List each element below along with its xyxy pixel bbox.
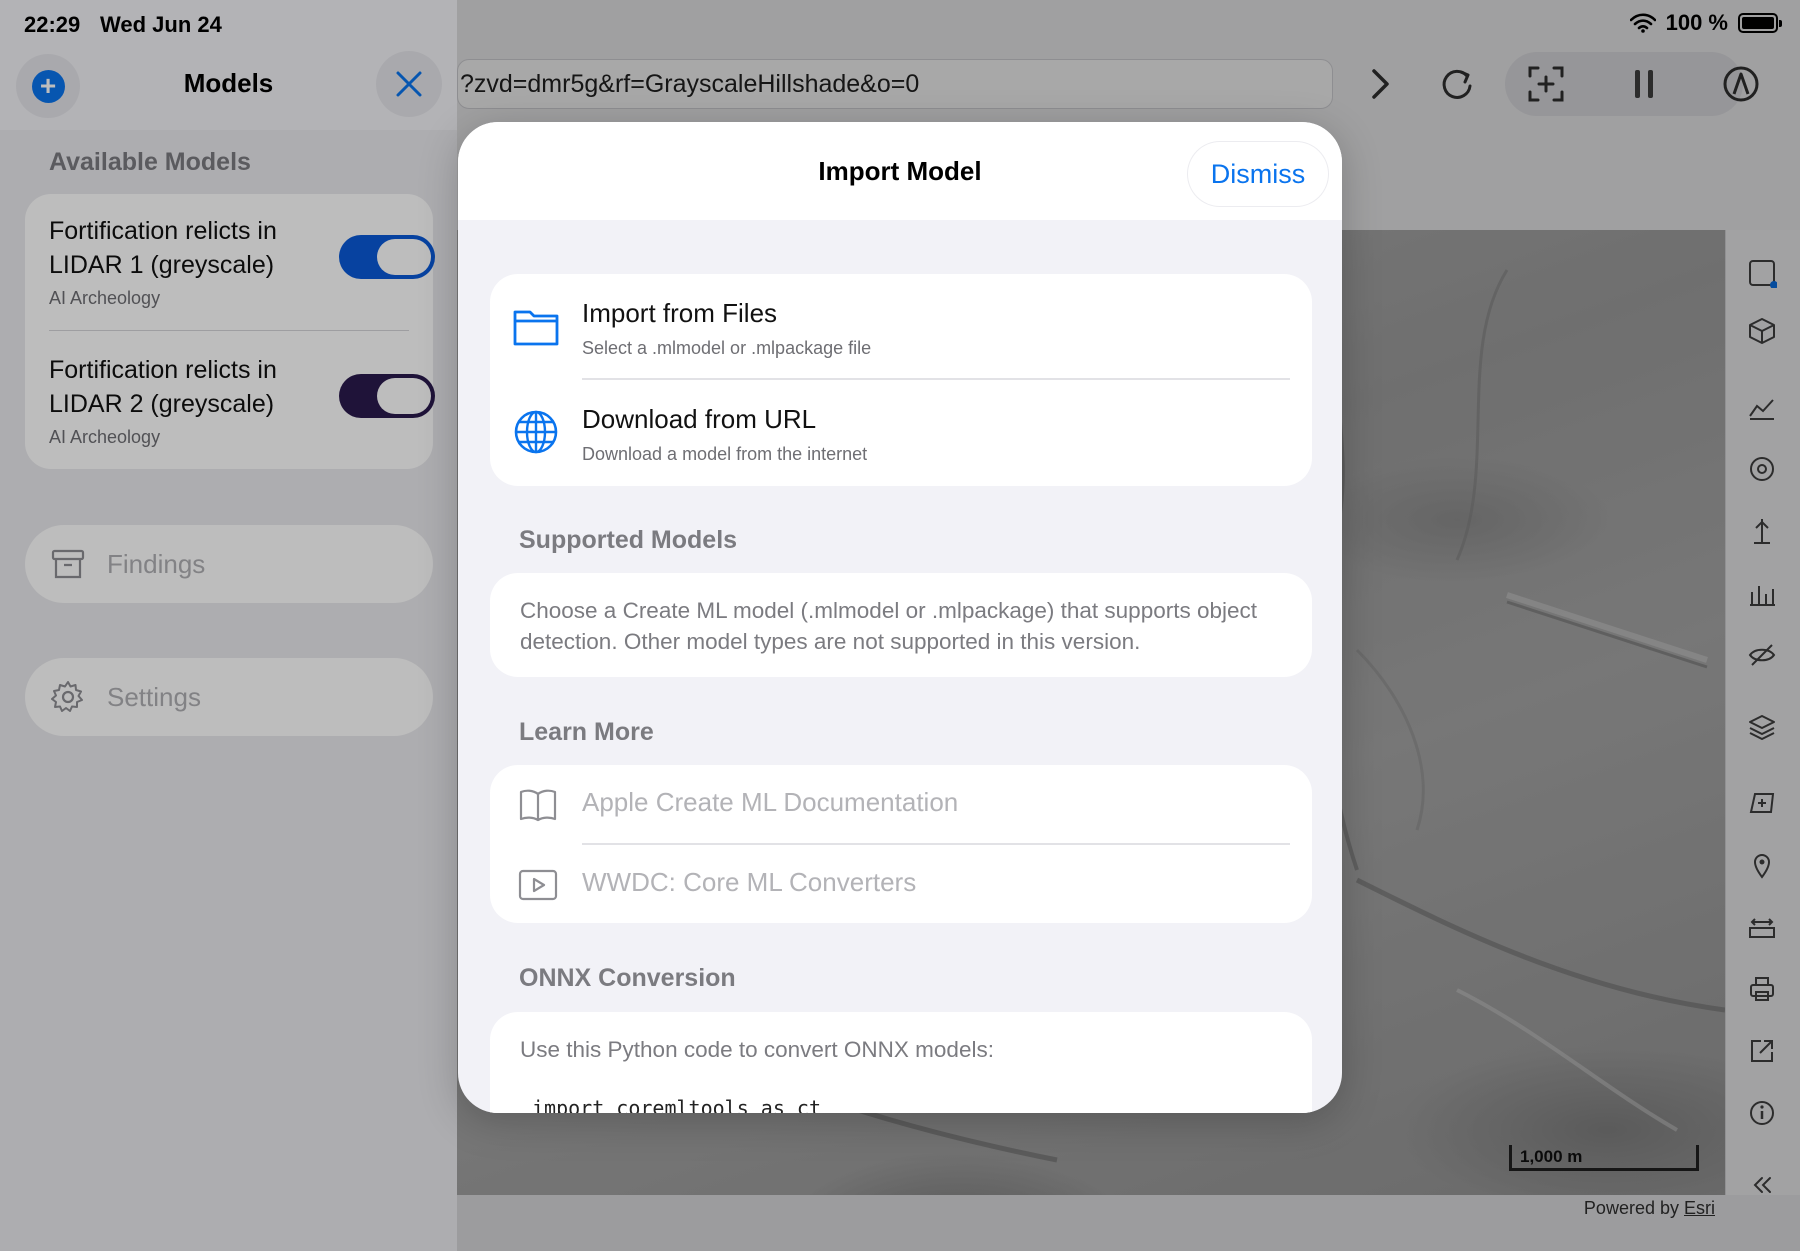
model-source: AI Archeology <box>49 288 161 308</box>
action-subtitle: Download a model from the internet <box>582 444 868 464</box>
onnx-code-snippet[interactable]: import coremltools as ct <box>532 1096 821 1113</box>
sheet-header: Import Model Dismiss <box>458 122 1342 220</box>
settings-label: Settings <box>107 681 201 712</box>
model-name: Fortification relicts in LIDAR 1 (greysc… <box>49 217 277 279</box>
settings-button[interactable]: Settings <box>25 658 433 736</box>
model-source: AI Archeology <box>49 427 161 447</box>
findings-label: Findings <box>107 548 206 579</box>
onnx-conversion-text: Use this Python code to convert ONNX mod… <box>520 1037 994 1062</box>
play-icon <box>518 869 558 901</box>
onnx-conversion-label: ONNX Conversion <box>519 964 736 992</box>
globe-icon <box>514 410 558 454</box>
models-list: Fortification relicts in LIDAR 1 (greysc… <box>25 194 435 469</box>
import-model-sheet: Import Model Dismiss Import from Files S… <box>458 122 1342 1113</box>
divider <box>49 330 409 331</box>
wifi-icon <box>1629 13 1656 33</box>
link-label: Apple Create ML Documentation <box>582 787 959 817</box>
supported-models-label: Supported Models <box>519 526 738 554</box>
status-bar: 22:29 Wed Jun 24 100 % <box>0 0 1800 48</box>
action-title: Import from Files <box>582 298 778 328</box>
folder-icon <box>513 310 559 346</box>
model-toggle[interactable] <box>339 374 435 418</box>
status-date: Wed Jun 24 <box>100 12 222 37</box>
action-subtitle: Select a .mlmodel or .mlpackage file <box>582 338 872 358</box>
toggle-knob <box>377 378 431 414</box>
available-models-label: Available Models <box>49 148 251 176</box>
import-actions-card: Import from Files Select a .mlmodel or .… <box>490 274 1312 486</box>
status-indicators: 100 % <box>1629 10 1782 36</box>
learn-more-card: Apple Create ML Documentation WWDC: Core… <box>490 765 1312 923</box>
battery-percent: 100 % <box>1665 10 1728 35</box>
dismiss-button[interactable]: Dismiss <box>1188 142 1328 206</box>
gear-icon <box>51 681 83 712</box>
action-title: Download from URL <box>582 404 817 434</box>
battery-icon <box>1738 13 1782 33</box>
close-sidebar-button[interactable] <box>376 51 442 117</box>
close-icon <box>396 71 422 97</box>
learn-more-label: Learn More <box>519 718 654 746</box>
create-ml-docs-link[interactable]: Apple Create ML Documentation <box>490 765 1312 843</box>
book-icon <box>519 789 557 822</box>
findings-button[interactable]: Findings <box>25 525 433 603</box>
supported-models-text: Choose a Create ML model (.mlmodel or .m… <box>520 598 1258 654</box>
onnx-conversion-card: Use this Python code to convert ONNX mod… <box>490 1012 1312 1113</box>
download-from-url-button[interactable]: Download from URL Download a model from … <box>490 380 1312 484</box>
archive-box-icon <box>51 549 85 579</box>
link-label: WWDC: Core ML Converters <box>582 867 917 897</box>
import-from-files-button[interactable]: Import from Files Select a .mlmodel or .… <box>490 274 1312 378</box>
model-name: Fortification relicts in LIDAR 2 (greysc… <box>49 356 277 418</box>
toggle-knob <box>377 239 431 275</box>
models-sidebar: + Models Available Models Fortification … <box>0 0 457 1251</box>
wwdc-converters-link[interactable]: WWDC: Core ML Converters <box>490 845 1312 923</box>
list-item: Fortification relicts in LIDAR 2 (greysc… <box>49 353 435 448</box>
list-item: Fortification relicts in LIDAR 1 (greysc… <box>49 214 435 309</box>
status-time: 22:29 <box>24 12 81 37</box>
model-toggle[interactable] <box>339 235 435 279</box>
supported-models-card: Choose a Create ML model (.mlmodel or .m… <box>490 573 1312 677</box>
